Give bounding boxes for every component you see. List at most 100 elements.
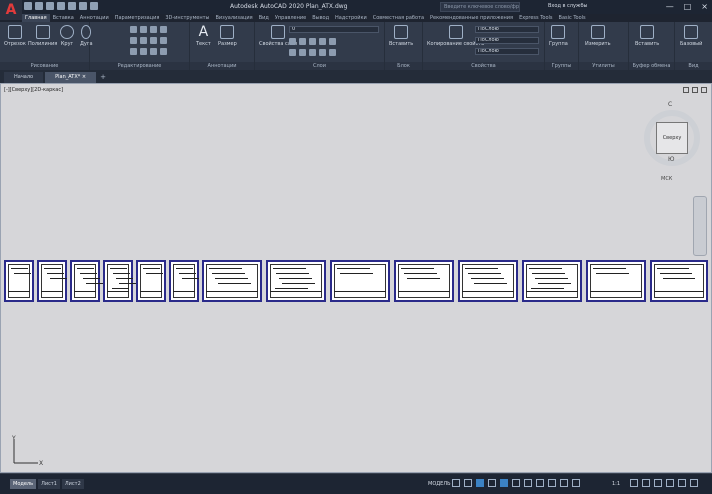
- tab-visualize[interactable]: Визуализация: [212, 14, 255, 22]
- lineweight-dropdown[interactable]: ПоСлою: [475, 48, 539, 55]
- scale-icon[interactable]: [140, 48, 147, 55]
- drawing-canvas[interactable]: [-][Сверху][2D-каркас] С Ю Сверху МСК Y …: [0, 83, 712, 473]
- line-tool[interactable]: Отрезок: [4, 25, 26, 47]
- workspace-icon[interactable]: [630, 479, 638, 487]
- hardware-acceleration-icon[interactable]: [666, 479, 674, 487]
- drawing-sheet[interactable]: [70, 260, 103, 302]
- minimize-button[interactable]: —: [666, 2, 674, 11]
- clean-screen-icon[interactable]: [678, 479, 686, 487]
- vp-restore-icon[interactable]: [692, 87, 698, 93]
- tab-view[interactable]: Вид: [256, 14, 272, 22]
- layer-thaw-icon[interactable]: [309, 49, 316, 56]
- color-dropdown[interactable]: ПоСлою: [475, 26, 539, 33]
- panel-label[interactable]: Буфер обмена: [629, 62, 674, 70]
- paste-tool[interactable]: Вставить: [635, 25, 659, 47]
- tab-insert[interactable]: Вставка: [50, 14, 77, 22]
- insert-block-tool[interactable]: Вставить: [389, 25, 413, 47]
- group-tool[interactable]: Группа: [549, 25, 568, 47]
- doc-tab-drawing[interactable]: Plan_ATX* ×: [45, 72, 97, 83]
- otrack-icon[interactable]: [512, 479, 520, 487]
- tab-layout1[interactable]: Лист1: [38, 479, 60, 489]
- layer-freeze-icon[interactable]: [309, 38, 316, 45]
- new-tab-button[interactable]: +: [98, 72, 108, 83]
- tab-collaborate[interactable]: Совместная работа: [370, 14, 427, 22]
- plot-icon[interactable]: [68, 2, 76, 10]
- dimension-tool[interactable]: Размер: [218, 25, 237, 47]
- snap-icon[interactable]: [464, 479, 472, 487]
- open-file-icon[interactable]: [35, 2, 43, 10]
- isolate-objects-icon[interactable]: [654, 479, 662, 487]
- drawing-sheet[interactable]: [650, 260, 708, 302]
- tab-express-tools[interactable]: Express Tools: [516, 14, 555, 22]
- viewcube[interactable]: Сверху: [656, 122, 688, 154]
- selection-cycling-icon[interactable]: [548, 479, 556, 487]
- viewport-controls-label[interactable]: [-][Сверху][2D-каркас]: [4, 87, 63, 93]
- annotation-scale[interactable]: 1:1: [612, 481, 620, 487]
- copy-icon[interactable]: [130, 37, 137, 44]
- fillet-icon[interactable]: [150, 37, 157, 44]
- polyline-tool[interactable]: Полилиния: [28, 25, 57, 47]
- drawing-sheet[interactable]: [330, 260, 390, 302]
- tab-model[interactable]: Модель: [10, 479, 37, 489]
- tab-output[interactable]: Вывод: [309, 14, 332, 22]
- move-icon[interactable]: [130, 26, 137, 33]
- osnap-icon[interactable]: [500, 479, 508, 487]
- erase-icon[interactable]: [160, 26, 167, 33]
- drawing-sheet[interactable]: [202, 260, 262, 302]
- grid-icon[interactable]: [452, 479, 460, 487]
- layer-unisolate-icon[interactable]: [299, 49, 306, 56]
- layer-match-icon[interactable]: [329, 49, 336, 56]
- tab-featured-apps[interactable]: Рекомендованные приложения: [427, 14, 516, 22]
- drawing-sheet[interactable]: [266, 260, 326, 302]
- search-input[interactable]: Введите ключевое слово/фразу: [440, 2, 520, 12]
- sign-in-link[interactable]: Вход в службы: [548, 3, 587, 9]
- layer-on-icon[interactable]: [289, 49, 296, 56]
- panel-label[interactable]: Аннотации: [190, 62, 254, 70]
- tab-basic-tools[interactable]: Basic Tools: [556, 14, 589, 22]
- measure-tool[interactable]: Измерить: [585, 25, 611, 47]
- tab-layout2[interactable]: Лист2: [61, 479, 84, 489]
- layer-isolate-icon[interactable]: [299, 38, 306, 45]
- mirror-icon[interactable]: [140, 37, 147, 44]
- panel-label[interactable]: Группы: [545, 62, 578, 70]
- annotation-visibility-icon[interactable]: [560, 479, 568, 487]
- lineweight-icon[interactable]: [524, 479, 532, 487]
- trim-icon[interactable]: [150, 26, 157, 33]
- tab-annotate[interactable]: Аннотации: [77, 14, 112, 22]
- tab-3d-tools[interactable]: 3D-инструменты: [162, 14, 212, 22]
- transparency-icon[interactable]: [536, 479, 544, 487]
- text-tool[interactable]: A Текст: [196, 25, 211, 47]
- linetype-dropdown[interactable]: ПоСлою: [475, 37, 539, 44]
- undo-icon[interactable]: [79, 2, 87, 10]
- ortho-icon[interactable]: [476, 479, 484, 487]
- panel-label[interactable]: Свойства: [423, 62, 544, 70]
- tab-manage[interactable]: Управление: [272, 14, 309, 22]
- vp-close-icon[interactable]: [701, 87, 707, 93]
- drawing-sheet[interactable]: [4, 260, 34, 302]
- drawing-sheet[interactable]: [169, 260, 199, 302]
- drawing-sheet[interactable]: [103, 260, 136, 302]
- drawing-sheet[interactable]: [394, 260, 454, 302]
- model-space-toggle[interactable]: МОДЕЛЬ: [428, 481, 451, 487]
- rotate-icon[interactable]: [140, 26, 147, 33]
- panel-label[interactable]: Рисование: [0, 62, 89, 70]
- stretch-icon[interactable]: [130, 48, 137, 55]
- close-tab-icon[interactable]: ×: [82, 74, 86, 80]
- drawing-sheet[interactable]: [522, 260, 582, 302]
- autoscale-icon[interactable]: [572, 479, 580, 487]
- drawing-sheet[interactable]: [37, 260, 67, 302]
- new-file-icon[interactable]: [24, 2, 32, 10]
- layer-current-icon[interactable]: [329, 38, 336, 45]
- panel-label[interactable]: Вид: [675, 62, 712, 70]
- vp-minimize-icon[interactable]: [683, 87, 689, 93]
- drawing-sheet[interactable]: [136, 260, 166, 302]
- layer-dropdown[interactable]: 0: [289, 26, 379, 33]
- customize-icon[interactable]: [690, 479, 698, 487]
- offset-icon[interactable]: [160, 48, 167, 55]
- redo-icon[interactable]: [90, 2, 98, 10]
- tab-parametric[interactable]: Параметризация: [112, 14, 163, 22]
- layer-lock-icon[interactable]: [319, 38, 326, 45]
- polar-icon[interactable]: [488, 479, 496, 487]
- tab-home[interactable]: Главная: [22, 14, 50, 22]
- panel-label[interactable]: Слои: [255, 62, 384, 70]
